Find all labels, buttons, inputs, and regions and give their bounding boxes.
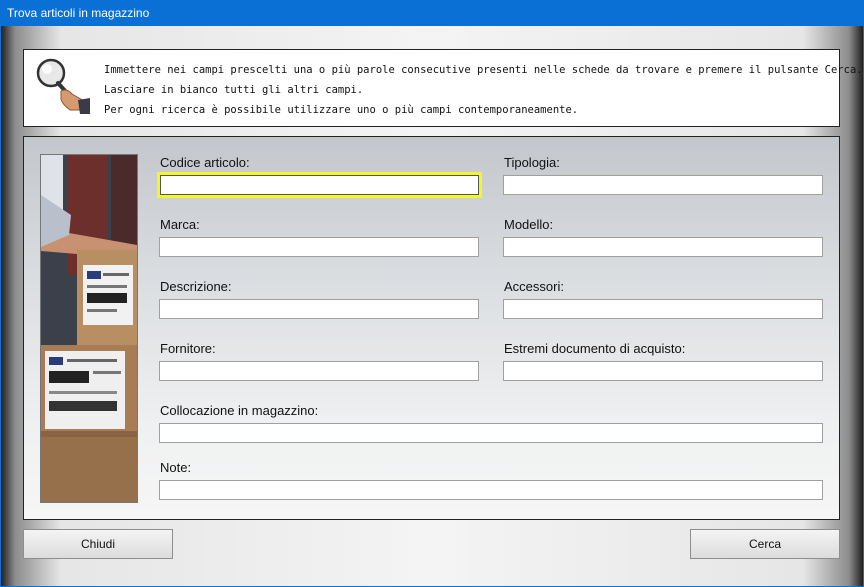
modello-label: Modello:: [504, 217, 554, 232]
estremi-documento-label: Estremi documento di acquisto:: [504, 341, 686, 356]
instruction-line: Immettere nei campi prescelti una o più …: [104, 64, 863, 76]
instructions-panel: Immettere nei campi prescelti una o più …: [23, 49, 863, 127]
marca-label: Marca:: [160, 217, 200, 232]
modello-input[interactable]: [503, 237, 823, 257]
fornitore-input[interactable]: [159, 361, 479, 381]
instructions-text: Immettere nei campi prescelti una o più …: [104, 60, 863, 120]
tipologia-input[interactable]: [503, 175, 823, 195]
estremi-documento-input[interactable]: [503, 361, 823, 381]
tipologia-label: Tipologia:: [504, 155, 560, 170]
note-input[interactable]: [159, 480, 823, 500]
magnifier-hand-icon: [36, 58, 90, 114]
codice-articolo-input[interactable]: [160, 175, 479, 195]
window-titlebar[interactable]: Trova articoli in magazzino: [0, 0, 864, 26]
note-label: Note:: [160, 460, 192, 475]
instruction-line: Lasciare in bianco tutti gli altri campi…: [104, 84, 364, 96]
warehouse-boxes-image: [40, 154, 138, 503]
search-button[interactable]: Cerca: [690, 529, 840, 559]
codice-articolo-label: Codice articolo:: [160, 155, 250, 170]
search-form-panel: Codice articolo: Tipologia: Marca: Model…: [23, 136, 840, 520]
window-title: Trova articoli in magazzino: [7, 6, 150, 20]
collocazione-input[interactable]: [159, 423, 823, 443]
collocazione-label: Collocazione in magazzino:: [160, 403, 319, 418]
accessori-label: Accessori:: [504, 279, 564, 294]
accessori-input[interactable]: [503, 299, 823, 319]
fornitore-label: Fornitore:: [160, 341, 216, 356]
marca-input[interactable]: [159, 237, 479, 257]
close-button[interactable]: Chiudi: [23, 529, 173, 559]
instruction-line: Per ogni ricerca è possibile utilizzare …: [104, 104, 579, 116]
descrizione-label: Descrizione:: [160, 279, 232, 294]
descrizione-input[interactable]: [159, 299, 479, 319]
